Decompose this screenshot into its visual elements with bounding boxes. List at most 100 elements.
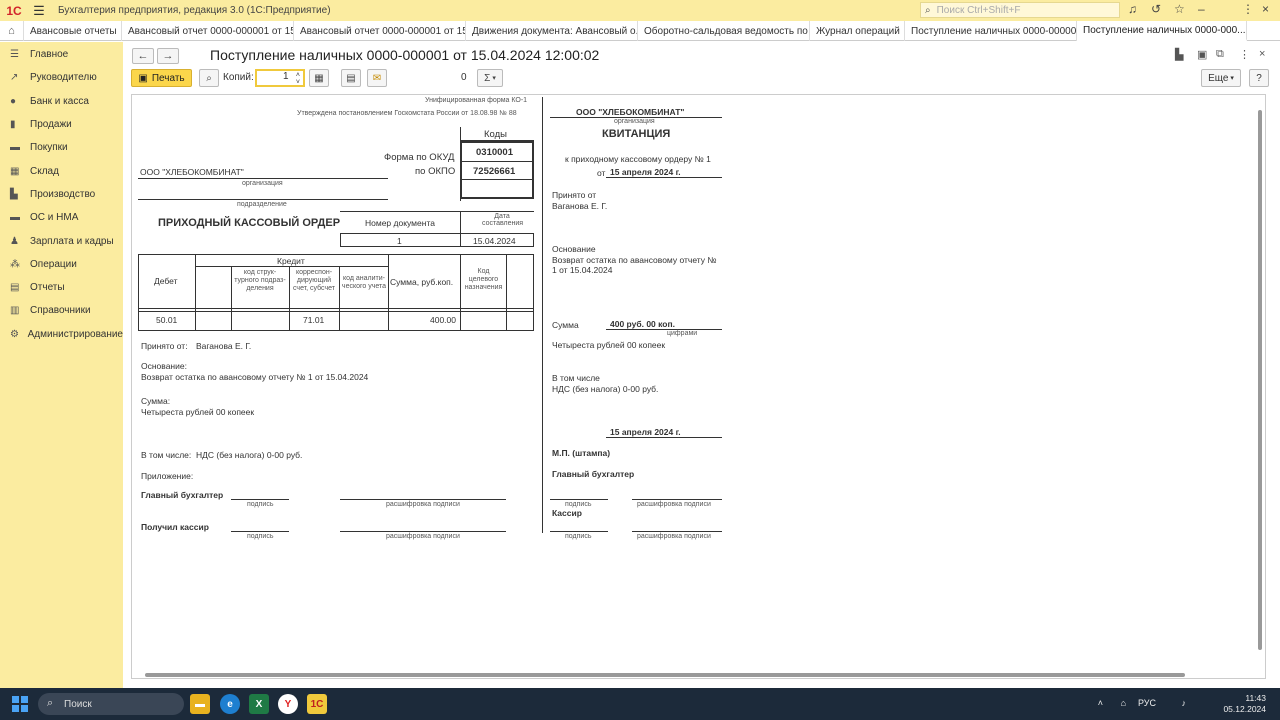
receipt-date-prefix: от bbox=[597, 168, 606, 178]
history-icon[interactable]: ↺ bbox=[1151, 2, 1161, 16]
receipt-basis-label: Основание bbox=[552, 244, 596, 254]
network-icon[interactable]: ⌂ bbox=[1121, 698, 1126, 708]
1c-app-icon[interactable]: 1С bbox=[307, 694, 327, 714]
clock-time: 11:43 bbox=[1245, 693, 1266, 703]
clock-date: 05.12.2024 bbox=[1223, 704, 1266, 714]
language-indicator[interactable]: РУС bbox=[1138, 698, 1156, 708]
account-value: 71.01 bbox=[303, 315, 325, 325]
volume-icon[interactable]: ♪ bbox=[1182, 698, 1187, 708]
sum-value: 400.00 bbox=[430, 315, 456, 325]
received-from: Ваганова Е. Г. bbox=[196, 341, 252, 351]
okud-value: 0310001 bbox=[476, 147, 513, 158]
help-button[interactable]: ? bbox=[1249, 69, 1269, 87]
more-icon[interactable]: ⋮ bbox=[1242, 2, 1254, 16]
vertical-scrollbar[interactable] bbox=[1256, 98, 1264, 674]
sidebar-item-assets[interactable]: ▬ ОС и НМА bbox=[0, 206, 123, 229]
approved-label: Утверждена постановлением Госкомстата Ро… bbox=[297, 110, 517, 117]
toolbar: ▣ Печать ⌕ Копий: 1 ˄ ˅ ▦ ▤ ✉ 0 Σ ▾ Еще ▾ ? bbox=[131, 69, 1271, 89]
close-document-icon[interactable]: × bbox=[1259, 48, 1265, 60]
close-window-icon[interactable]: × bbox=[1262, 2, 1269, 16]
save-button[interactable]: ▤ bbox=[341, 69, 361, 87]
basis-text: Возврат остатка по авансовому отчету № 1… bbox=[141, 372, 369, 382]
sidebar-item-production[interactable]: ▙ Производство bbox=[0, 183, 123, 206]
gear-icon: ⚙ bbox=[10, 328, 19, 340]
structure-icon[interactable]: ▙ bbox=[1175, 48, 1183, 61]
sidebar-item-operations[interactable]: ⁂ Операции bbox=[0, 253, 123, 276]
taskbar-clock[interactable]: 11:43 05.12.2024 bbox=[1223, 693, 1266, 715]
forward-button[interactable]: → bbox=[157, 48, 179, 64]
receipt-date: 15 апреля 2024 г. bbox=[610, 167, 681, 177]
yandex-browser-icon[interactable]: Y bbox=[278, 694, 298, 714]
sidebar-item-directories[interactable]: ▥ Справочники bbox=[0, 299, 123, 322]
org-caption: организация bbox=[242, 180, 283, 187]
edge-browser-icon[interactable]: e bbox=[220, 694, 240, 714]
printer-icon[interactable]: ▣ bbox=[1197, 48, 1207, 61]
codes-header: Коды bbox=[484, 129, 507, 140]
copies-input[interactable]: 1 ˄ ˅ bbox=[255, 69, 305, 87]
link-icon[interactable]: ⧉ bbox=[1216, 48, 1224, 61]
doc-date: 15.04.2024 bbox=[473, 236, 516, 246]
decode-caption: расшифровка подписи bbox=[386, 501, 460, 508]
okpo-value: 72526661 bbox=[473, 166, 516, 177]
assets-icon: ▬ bbox=[10, 212, 20, 224]
receipt-incl-value: НДС (без налога) 0-00 руб. bbox=[552, 384, 659, 394]
sign-caption: подпись bbox=[247, 533, 274, 540]
sum-mode-button[interactable]: Σ ▾ bbox=[477, 69, 503, 87]
menu-icon: ☰ bbox=[10, 49, 19, 61]
send-email-button[interactable]: ✉ bbox=[367, 69, 387, 87]
sidebar-item-purchases[interactable]: ▬ Покупки bbox=[0, 136, 123, 159]
sidebar-item-sales[interactable]: ▮ Продажи bbox=[0, 113, 123, 136]
selection-sum: 0 bbox=[461, 72, 467, 83]
sidebar-item-salary[interactable]: ♟ Зарплата и кадры bbox=[0, 229, 123, 252]
star-icon[interactable]: ☆ bbox=[1174, 2, 1185, 16]
tab-advance-report-1[interactable]: Авансовый отчет 0000-000001 от 15...× bbox=[122, 21, 294, 41]
horizontal-scrollbar[interactable] bbox=[135, 672, 1245, 678]
home-icon[interactable]: ⌂ bbox=[0, 21, 24, 41]
receipt-basis: Возврат остатка по авансовому отчету № 1… bbox=[552, 255, 717, 275]
bell-icon[interactable]: ♫ bbox=[1128, 2, 1137, 16]
chevron-down-icon: ▾ bbox=[1230, 75, 1234, 82]
sidebar-item-reports[interactable]: ▤ Отчеты bbox=[0, 276, 123, 299]
sidebar-item-bank[interactable]: ● Банк и касса bbox=[0, 90, 123, 113]
sign-caption: подпись bbox=[247, 501, 274, 508]
taskbar-search[interactable]: ⌕ Поиск bbox=[38, 693, 184, 715]
debit-value: 50.01 bbox=[156, 315, 178, 325]
tab-cash-receipt-1[interactable]: Поступление наличных 0000-000001× bbox=[905, 21, 1077, 41]
main-menu-icon[interactable]: ☰ bbox=[28, 3, 50, 19]
windows-start-icon[interactable] bbox=[12, 696, 28, 712]
sidebar-item-warehouse[interactable]: ▦ Склад bbox=[0, 159, 123, 182]
incl-label: В том числе: bbox=[141, 450, 192, 460]
global-search-input[interactable]: ⌕ Поиск Ctrl+Shift+F bbox=[920, 2, 1120, 18]
tab-advance-reports[interactable]: Авансовые отчеты bbox=[24, 21, 122, 41]
doc-date-header: Дата составления bbox=[482, 213, 524, 227]
sidebar-item-manager[interactable]: ↗ Руководителю bbox=[0, 66, 123, 89]
tab-advance-report-2[interactable]: Авансовый отчет 0000-000001 от 15...× bbox=[294, 21, 466, 41]
printer-icon: ▣ bbox=[138, 72, 148, 84]
minimize-icon[interactable]: – bbox=[1198, 2, 1205, 16]
file-explorer-icon[interactable]: ▬ bbox=[190, 694, 210, 714]
excel-icon[interactable]: X bbox=[249, 694, 269, 714]
search-icon: ⌕ bbox=[925, 4, 931, 16]
sidebar-item-main[interactable]: ☰ Главное bbox=[0, 43, 123, 66]
tab-turnover-sheet[interactable]: Оборотно-сальдовая ведомость по ...× bbox=[638, 21, 810, 41]
save-icon: ▤ bbox=[346, 72, 356, 84]
more-actions-icon[interactable]: ⋮ bbox=[1239, 48, 1250, 61]
tab-document-movements[interactable]: Движения документа: Авансовый о...× bbox=[466, 21, 638, 41]
receipt-stamp: М.П. (штампа) bbox=[552, 448, 611, 458]
print-button[interactable]: ▣ Печать bbox=[131, 69, 192, 87]
preview-button[interactable]: ⌕ bbox=[199, 69, 219, 87]
windows-taskbar: ⌕ Поиск ▬ e X Y 1С ˄ ⌂ РУС ♪ 11:43 05.12… bbox=[0, 688, 1280, 720]
chevron-up-icon[interactable]: ˄ bbox=[1098, 698, 1103, 708]
division-code-header: код струк-турного подраз-деления bbox=[234, 269, 286, 292]
tab-cash-receipt-active[interactable]: Поступление наличных 0000-000...× bbox=[1077, 21, 1247, 41]
back-button[interactable]: ← bbox=[132, 48, 154, 64]
unified-form-label: Унифицированная форма КО-1 bbox=[425, 97, 528, 104]
spin-icon[interactable]: ˄ ˅ bbox=[296, 72, 300, 86]
sidebar-item-admin[interactable]: ⚙ Администрирование bbox=[0, 323, 123, 346]
sum-header: Сумма, руб.коп. bbox=[390, 277, 454, 287]
edit-mode-button[interactable]: ▦ bbox=[309, 69, 329, 87]
sales-icon: ▮ bbox=[10, 119, 16, 131]
division-caption: подразделение bbox=[237, 201, 287, 208]
more-button[interactable]: Еще ▾ bbox=[1201, 69, 1241, 87]
tab-operations-journal[interactable]: Журнал операций× bbox=[810, 21, 905, 41]
